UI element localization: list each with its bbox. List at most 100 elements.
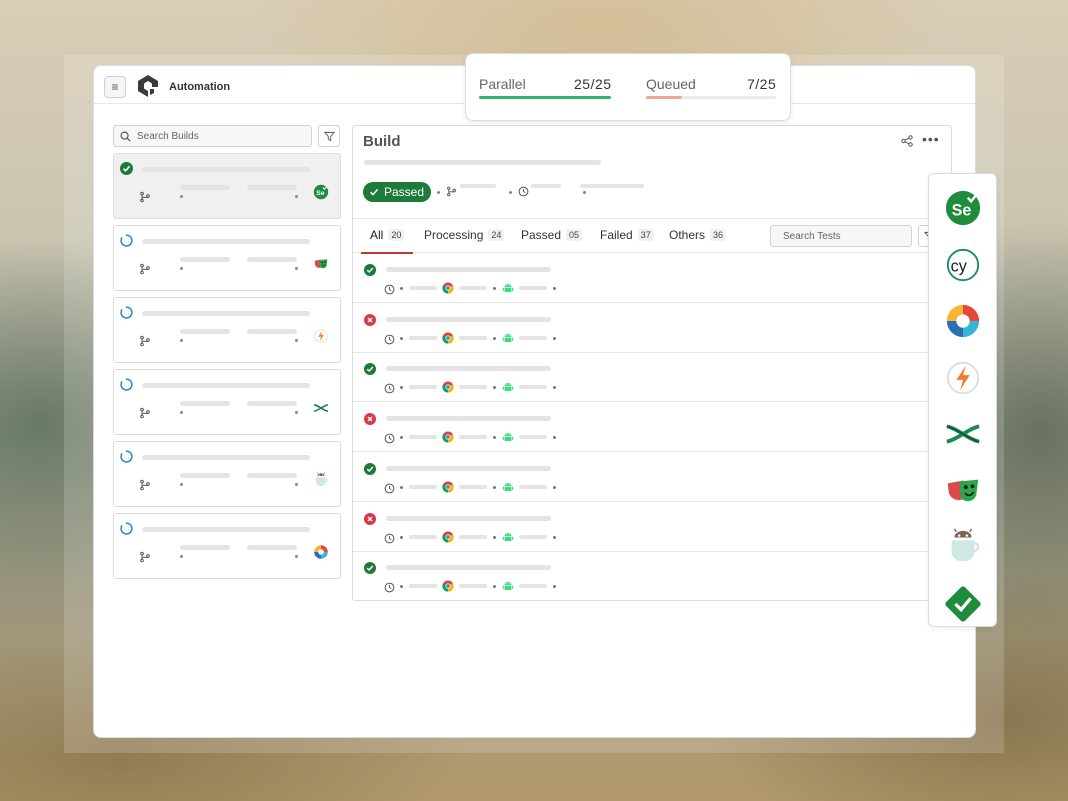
- branch-placeholder: [180, 329, 230, 334]
- selenium-icon[interactable]: Se: [944, 189, 982, 227]
- separator-dot: [509, 191, 512, 194]
- build-panel: Build ••• Passed All 20 Processing 24 Pa…: [352, 125, 952, 601]
- separator-dot: [400, 485, 403, 489]
- clock-icon: [384, 580, 395, 593]
- browser-placeholder: [459, 286, 487, 290]
- build-status-badge: Passed: [363, 182, 432, 202]
- separator-dot: [400, 436, 403, 440]
- tab-passed[interactable]: Passed 05: [521, 228, 583, 242]
- queued-value: 7/25: [747, 76, 777, 92]
- browser-placeholder: [459, 534, 487, 539]
- build-card[interactable]: [113, 297, 341, 363]
- separator-dot: [180, 195, 183, 198]
- browser-placeholder: [459, 584, 487, 589]
- parallel-progress-bar: [479, 96, 611, 99]
- meta-placeholder: [247, 185, 297, 190]
- date-placeholder: [580, 184, 644, 188]
- test-row[interactable]: [353, 502, 951, 552]
- branch-icon: [139, 262, 151, 275]
- separator-dot: [553, 336, 556, 340]
- test-row[interactable]: [353, 253, 951, 303]
- test-row[interactable]: [353, 352, 951, 403]
- tab-count-badge: 20: [388, 229, 405, 241]
- svg-text:Se: Se: [316, 190, 325, 197]
- duration-placeholder: [409, 484, 437, 489]
- branch-placeholder: [180, 257, 230, 262]
- cypress-icon[interactable]: cy: [944, 246, 982, 284]
- duration-placeholder: [531, 184, 561, 188]
- test-passed-status-icon: [364, 263, 376, 276]
- separator-dot: [295, 267, 298, 270]
- separator-dot: [295, 411, 298, 414]
- separator-dot: [553, 386, 556, 390]
- separator-dot: [493, 436, 496, 440]
- tab-label: Others: [669, 228, 706, 242]
- search-tests-field[interactable]: [770, 225, 915, 247]
- playwright-icon[interactable]: [944, 472, 982, 510]
- xctest-icon[interactable]: [944, 415, 982, 453]
- separator-dot: [180, 267, 183, 270]
- separator-dot: [180, 339, 183, 342]
- android-icon: [502, 480, 514, 492]
- svg-text:cy: cy: [951, 257, 968, 275]
- separator-dot: [400, 336, 403, 340]
- build-card[interactable]: [113, 513, 341, 579]
- webdriverio-icon[interactable]: [944, 585, 982, 623]
- tab-processing[interactable]: Processing 24: [424, 228, 505, 242]
- builds-filter-button[interactable]: [318, 125, 340, 147]
- separator-dot: [553, 436, 556, 440]
- separator-dot: [553, 585, 556, 589]
- build-name-placeholder: [142, 311, 310, 316]
- separator-dot: [437, 191, 440, 194]
- filter-icon: [323, 131, 335, 141]
- device-placeholder: [519, 335, 547, 340]
- separator-dot: [493, 485, 496, 489]
- branch-placeholder: [180, 545, 230, 550]
- test-passed-status-icon: [364, 462, 376, 475]
- build-card[interactable]: Se: [113, 153, 341, 219]
- clock-icon: [384, 481, 395, 494]
- app-window: ≡ Automation Search Builds Se Build ••• …: [93, 65, 976, 738]
- test-row[interactable]: [353, 551, 951, 600]
- tab-count-badge: 24: [488, 229, 505, 241]
- meta-placeholder: [247, 401, 297, 406]
- test-name-placeholder: [386, 565, 551, 571]
- search-builds-input[interactable]: [137, 130, 287, 142]
- more-options-icon[interactable]: •••: [922, 131, 940, 147]
- search-tests-input[interactable]: [783, 230, 915, 242]
- jest-icon[interactable]: [944, 359, 982, 397]
- branch-placeholder: [180, 473, 230, 478]
- build-card[interactable]: [113, 369, 341, 435]
- tab-all[interactable]: All 20: [370, 228, 405, 242]
- tab-label: Passed: [521, 228, 562, 242]
- browser-placeholder: [459, 335, 487, 340]
- branch-placeholder: [460, 184, 496, 188]
- browser-placeholder: [459, 484, 487, 489]
- build-card[interactable]: [113, 441, 341, 507]
- espresso-icon: [313, 472, 329, 488]
- tab-others[interactable]: Others 36: [669, 228, 727, 242]
- branch-icon: [139, 406, 151, 419]
- test-name-placeholder: [386, 416, 551, 422]
- test-row[interactable]: [353, 452, 951, 502]
- tab-count-badge: 05: [566, 229, 583, 241]
- tab-failed[interactable]: Failed 37: [600, 228, 654, 242]
- share-icon[interactable]: [901, 135, 913, 147]
- test-row[interactable]: [353, 402, 951, 453]
- android-icon: [502, 331, 514, 343]
- chrome-icon: [442, 430, 454, 443]
- logo-icon: [138, 75, 158, 97]
- menu-button[interactable]: ≡: [104, 76, 126, 98]
- parallel-label: Parallel: [479, 76, 526, 92]
- test-row[interactable]: [353, 303, 951, 353]
- espresso-icon[interactable]: [944, 528, 982, 566]
- browser-placeholder: [459, 385, 487, 390]
- build-card[interactable]: [113, 225, 341, 291]
- search-builds-field[interactable]: [113, 125, 312, 147]
- build-name-placeholder: [364, 160, 601, 165]
- testcafe-icon[interactable]: [944, 302, 982, 340]
- build-status-label: Passed: [384, 185, 425, 199]
- separator-dot: [400, 535, 403, 539]
- build-running-status-icon: [120, 522, 133, 535]
- separator-dot: [553, 535, 556, 539]
